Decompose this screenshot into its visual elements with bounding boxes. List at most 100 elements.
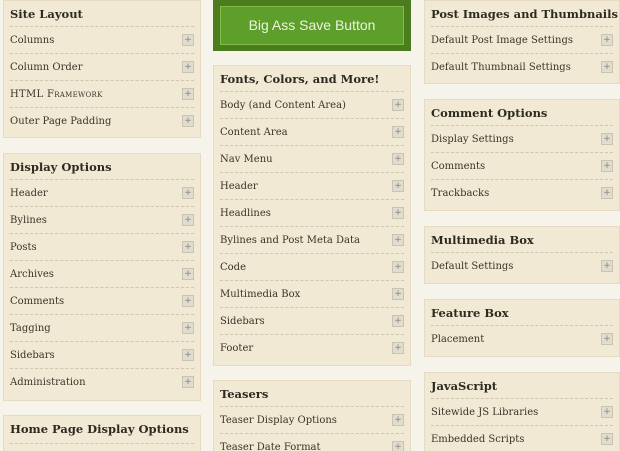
expand-icon[interactable]: +: [392, 99, 404, 111]
expand-icon[interactable]: +: [601, 260, 613, 272]
option-label: Columns: [10, 35, 55, 46]
expand-icon[interactable]: +: [182, 376, 194, 388]
expand-icon[interactable]: +: [182, 268, 194, 280]
option-column-order[interactable]: Column Order +: [10, 54, 194, 81]
option-teaser-date-format[interactable]: Teaser Date Format +: [220, 434, 404, 451]
site-layout-panel: Site Layout Columns + Column Order + HTML …: [3, 0, 201, 138]
option-embedded-scripts[interactable]: Embedded Scripts +: [431, 426, 613, 451]
option-display-settings[interactable]: Display Settings +: [431, 126, 613, 153]
option-html-framework[interactable]: HTML Framework +: [10, 81, 194, 108]
expand-icon[interactable]: +: [392, 126, 404, 138]
option-nav-menu[interactable]: Nav Menu +: [220, 146, 404, 173]
expand-icon[interactable]: +: [182, 241, 194, 253]
expand-icon[interactable]: +: [182, 88, 194, 100]
option-tagging[interactable]: Tagging +: [10, 315, 194, 342]
expand-icon[interactable]: +: [182, 187, 194, 199]
option-label: Archives: [10, 269, 54, 280]
option-bylines[interactable]: Bylines +: [10, 207, 194, 234]
option-label: Sidebars: [220, 316, 265, 327]
expand-icon[interactable]: +: [182, 115, 194, 127]
option-label: Content Area: [220, 127, 288, 138]
option-sitewide-js-libraries[interactable]: Sitewide JS Libraries +: [431, 399, 613, 426]
panel-title: Home Page Display Options: [10, 422, 189, 436]
expand-icon[interactable]: +: [392, 261, 404, 273]
option-teaser-display-options[interactable]: Teaser Display Options +: [220, 407, 404, 434]
expand-icon[interactable]: +: [392, 414, 404, 426]
option-label: Body (and Content Area): [220, 100, 346, 111]
option-body-content-area[interactable]: Body (and Content Area) +: [220, 92, 404, 119]
option-placement[interactable]: Placement +: [431, 326, 613, 353]
expand-icon[interactable]: +: [392, 342, 404, 354]
option-label: Tagging: [10, 323, 51, 334]
option-label: Header: [220, 181, 258, 192]
option-label: Outer Page Padding: [10, 116, 112, 127]
panel-title: Teasers: [220, 387, 269, 401]
expand-icon[interactable]: +: [601, 133, 613, 145]
option-default-settings[interactable]: Default Settings +: [431, 253, 613, 280]
panel-title: Fonts, Colors, and More!: [220, 72, 380, 86]
option-trackbacks[interactable]: Trackbacks +: [431, 180, 613, 207]
option-archives[interactable]: Archives +: [10, 261, 194, 288]
option-label: Default Settings: [431, 261, 514, 272]
expand-icon[interactable]: +: [601, 406, 613, 418]
expand-icon[interactable]: +: [601, 34, 613, 46]
option-footer[interactable]: Footer +: [220, 335, 404, 362]
option-multimedia-box[interactable]: Multimedia Box +: [220, 281, 404, 308]
option-content-area[interactable]: Content Area +: [220, 119, 404, 146]
option-label: Code: [220, 262, 246, 273]
expand-icon[interactable]: +: [601, 61, 613, 73]
option-label: HTML Framework: [10, 89, 103, 100]
expand-icon[interactable]: +: [182, 61, 194, 73]
option-sidebars[interactable]: Sidebars +: [10, 342, 194, 369]
option-label: Nav Menu: [220, 154, 273, 165]
expand-icon[interactable]: +: [182, 214, 194, 226]
option-administration[interactable]: Administration +: [10, 369, 194, 396]
option-headlines[interactable]: Headlines +: [220, 200, 404, 227]
option-label: Multimedia Box: [220, 289, 301, 300]
option-comments[interactable]: Comments +: [10, 288, 194, 315]
option-sidebars[interactable]: Sidebars +: [220, 308, 404, 335]
expand-icon[interactable]: +: [392, 207, 404, 219]
option-label: Default Thumbnail Settings: [431, 62, 571, 73]
expand-icon[interactable]: +: [182, 349, 194, 361]
panel-title: Multimedia Box: [431, 233, 534, 247]
expand-icon[interactable]: +: [182, 322, 194, 334]
option-label: Sitewide JS Libraries: [431, 407, 539, 418]
expand-icon[interactable]: +: [392, 153, 404, 165]
option-header[interactable]: Header +: [10, 180, 194, 207]
panel-title: Display Options: [10, 160, 112, 174]
option-label: Default Post Image Settings: [431, 35, 573, 46]
save-button[interactable]: Big Ass Save Button: [220, 6, 404, 45]
expand-icon[interactable]: +: [182, 34, 194, 46]
expand-icon[interactable]: +: [601, 187, 613, 199]
expand-icon[interactable]: +: [392, 441, 404, 451]
fonts-colors-panel: Fonts, Colors, and More! Body (and Conte…: [213, 65, 411, 366]
option-label: Comments: [431, 161, 486, 172]
panel-title: Comment Options: [431, 106, 548, 120]
post-images-panel: Post Images and Thumbnails Default Post …: [424, 0, 620, 84]
option-outer-page-padding[interactable]: Outer Page Padding +: [10, 108, 194, 135]
expand-icon[interactable]: +: [182, 295, 194, 307]
option-default-post-image[interactable]: Default Post Image Settings +: [431, 27, 613, 54]
option-default-thumbnail[interactable]: Default Thumbnail Settings +: [431, 54, 613, 81]
teasers-panel: Teasers Teaser Display Options + Teaser D…: [213, 380, 411, 451]
option-header[interactable]: Header +: [220, 173, 404, 200]
option-code[interactable]: Code +: [220, 254, 404, 281]
option-comments[interactable]: Comments +: [431, 153, 613, 180]
expand-icon[interactable]: +: [601, 333, 613, 345]
comment-options-panel: Comment Options Display Settings + Commen…: [424, 99, 620, 211]
expand-icon[interactable]: +: [601, 433, 613, 445]
option-label: Teaser Display Options: [220, 415, 337, 426]
expand-icon[interactable]: +: [392, 288, 404, 300]
expand-icon[interactable]: +: [392, 180, 404, 192]
option-posts[interactable]: Posts +: [10, 234, 194, 261]
option-label: Posts: [10, 242, 37, 253]
expand-icon[interactable]: +: [392, 315, 404, 327]
multimedia-box-panel: Multimedia Box Default Settings +: [424, 226, 620, 284]
expand-icon[interactable]: +: [392, 234, 404, 246]
save-button-container: Big Ass Save Button: [213, 0, 411, 51]
option-bylines-post-meta[interactable]: Bylines and Post Meta Data +: [220, 227, 404, 254]
option-label: Header: [10, 188, 48, 199]
expand-icon[interactable]: +: [601, 160, 613, 172]
option-columns[interactable]: Columns +: [10, 27, 194, 54]
